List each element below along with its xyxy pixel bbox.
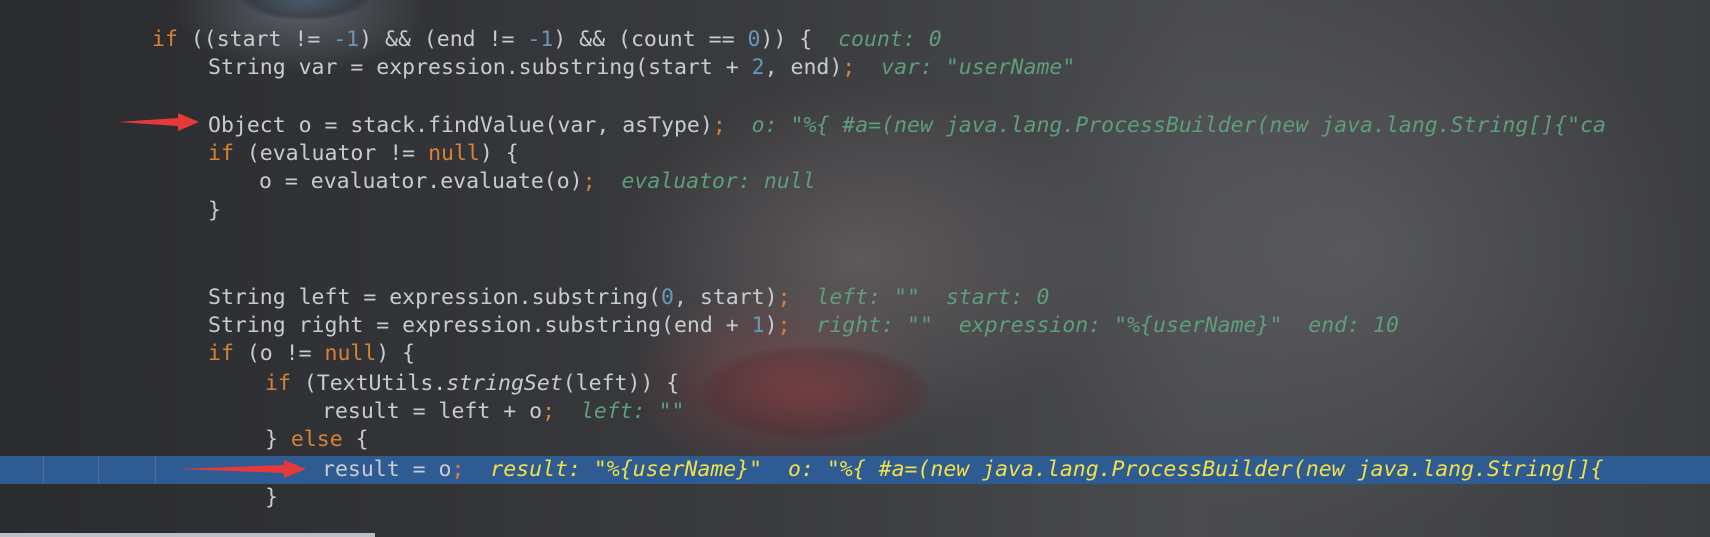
code-text: if (TextUtils.stringSet(left)) { bbox=[265, 370, 679, 398]
code-line[interactable]: Object o = stack.findValue(var, asType);… bbox=[0, 112, 1710, 140]
code-keyword: if bbox=[208, 141, 234, 166]
code-number: -1 bbox=[333, 27, 360, 52]
code-token: ) && (count == bbox=[553, 27, 748, 52]
code-line[interactable]: } else { bbox=[0, 426, 1710, 454]
code-line[interactable]: if (o != null) { bbox=[0, 340, 1710, 368]
code-keyword: ; bbox=[712, 113, 726, 138]
code-keyword: if bbox=[265, 371, 291, 396]
code-token: (evaluator != bbox=[233, 141, 429, 166]
inline-debug-value: right: "" expression: "%{userName}" end:… bbox=[816, 313, 1399, 338]
code-text: Object o = stack.findValue(var, asType);… bbox=[208, 112, 1606, 140]
code-line[interactable]: String right = expression.substring(end … bbox=[0, 312, 1710, 340]
code-token: ) bbox=[764, 313, 778, 338]
code-text: if (evaluator != null) { bbox=[208, 140, 519, 168]
code-text: result = o; result: "%{userName}" o: "%{… bbox=[322, 456, 1604, 484]
code-token: ) { bbox=[479, 141, 519, 166]
code-token: o = evaluator.evaluate(o) bbox=[259, 169, 583, 194]
code-line[interactable] bbox=[0, 226, 1710, 254]
code-token: String left = expression.substring( bbox=[208, 285, 662, 310]
code-token: )) { bbox=[760, 27, 813, 52]
code-text: o = evaluator.evaluate(o); evaluator: nu… bbox=[259, 168, 816, 196]
code-line[interactable]: } bbox=[0, 197, 1710, 225]
gutter-separator bbox=[155, 456, 156, 484]
hint-gap bbox=[855, 55, 881, 80]
code-token: ((start != bbox=[177, 27, 334, 52]
code-token: result = left + o bbox=[322, 399, 543, 424]
scrollbar[interactable] bbox=[0, 533, 375, 537]
code-token: ) { bbox=[376, 341, 416, 366]
code-token: } bbox=[265, 427, 291, 452]
code-token: Object o = stack.findValue(var, asType) bbox=[208, 113, 713, 138]
code-text: if (o != null) { bbox=[208, 340, 415, 368]
inline-debug-value: evaluator: null bbox=[621, 169, 816, 194]
code-number: 1 bbox=[751, 313, 765, 338]
hint-gap bbox=[596, 169, 622, 194]
code-keyword: null bbox=[428, 141, 480, 166]
hint-gap bbox=[726, 113, 752, 138]
hint-gap bbox=[464, 457, 490, 482]
code-keyword: if bbox=[208, 341, 234, 366]
code-keyword: ; bbox=[451, 457, 465, 482]
code-text: } else { bbox=[265, 426, 369, 454]
code-keyword: ; bbox=[842, 55, 856, 80]
code-token: String var = expression.substring(start … bbox=[208, 55, 752, 80]
inline-debug-value: left: "" bbox=[580, 399, 685, 424]
hint-gap bbox=[791, 313, 817, 338]
red-arrow-findvalue bbox=[118, 113, 199, 131]
code-line[interactable]: result = left + o; left: "" bbox=[0, 398, 1710, 426]
code-line[interactable]: } bbox=[0, 484, 1710, 512]
code-token: } bbox=[208, 198, 221, 223]
hint-gap bbox=[791, 285, 817, 310]
code-token: stringSet bbox=[446, 371, 563, 396]
code-line[interactable]: String var = expression.substring(start … bbox=[0, 54, 1710, 82]
code-text: String left = expression.substring(0, st… bbox=[208, 284, 1049, 312]
code-number: 0 bbox=[661, 285, 674, 310]
code-editor[interactable]: if ((start != -1) && (end != -1) && (cou… bbox=[0, 0, 1710, 537]
code-token: (TextUtils. bbox=[290, 371, 447, 396]
code-text: String var = expression.substring(start … bbox=[208, 54, 1075, 82]
inline-debug-value: o: "%{ #a=(new java.lang.ProcessBuilder(… bbox=[751, 113, 1606, 138]
code-keyword: null bbox=[324, 341, 377, 366]
code-keyword: ; bbox=[542, 399, 556, 424]
inline-debug-value: var: "userName" bbox=[881, 55, 1076, 80]
code-token: (o != bbox=[233, 341, 325, 366]
gutter-separator bbox=[43, 456, 44, 484]
code-line[interactable]: if (TextUtils.stringSet(left)) { bbox=[0, 370, 1710, 398]
code-token: , end) bbox=[764, 55, 843, 80]
code-text: String right = expression.substring(end … bbox=[208, 312, 1399, 340]
code-keyword: ; bbox=[582, 169, 596, 194]
red-arrow-result bbox=[180, 460, 306, 478]
code-token: ) && (end != bbox=[359, 27, 528, 52]
code-token: result = o bbox=[322, 457, 452, 482]
code-line[interactable] bbox=[0, 254, 1710, 282]
hint-gap bbox=[555, 399, 581, 424]
code-number: 0 bbox=[747, 27, 761, 52]
code-token: String right = expression.substring(end … bbox=[208, 313, 752, 338]
code-keyword: else bbox=[290, 427, 343, 452]
code-line[interactable] bbox=[0, 82, 1710, 110]
code-token: { bbox=[342, 427, 369, 452]
code-line[interactable]: if ((start != -1) && (end != -1) && (cou… bbox=[0, 26, 1710, 54]
inline-debug-value: left: "" start: 0 bbox=[816, 285, 1050, 310]
code-text: } bbox=[208, 197, 221, 225]
code-text: } bbox=[265, 484, 278, 512]
inline-debug-value: result: "%{userName}" o: "%{ #a=(new jav… bbox=[490, 457, 1604, 482]
code-number: 2 bbox=[751, 55, 765, 80]
code-line[interactable]: if (evaluator != null) { bbox=[0, 140, 1710, 168]
code-keyword: if bbox=[152, 27, 178, 52]
code-text: result = left + o; left: "" bbox=[322, 398, 684, 426]
gutter-separator bbox=[98, 456, 99, 484]
hint-gap bbox=[812, 27, 838, 52]
code-text: if ((start != -1) && (end != -1) && (cou… bbox=[152, 26, 942, 54]
code-keyword: ; bbox=[777, 313, 791, 338]
code-token: (left)) { bbox=[562, 371, 680, 396]
code-line[interactable]: String left = expression.substring(0, st… bbox=[0, 284, 1710, 312]
code-number: -1 bbox=[527, 27, 554, 52]
code-token: } bbox=[265, 485, 278, 510]
inline-debug-value: count: 0 bbox=[838, 27, 942, 52]
code-token: , start) bbox=[674, 285, 778, 310]
code-line[interactable]: o = evaluator.evaluate(o); evaluator: nu… bbox=[0, 168, 1710, 196]
code-keyword: ; bbox=[777, 285, 791, 310]
